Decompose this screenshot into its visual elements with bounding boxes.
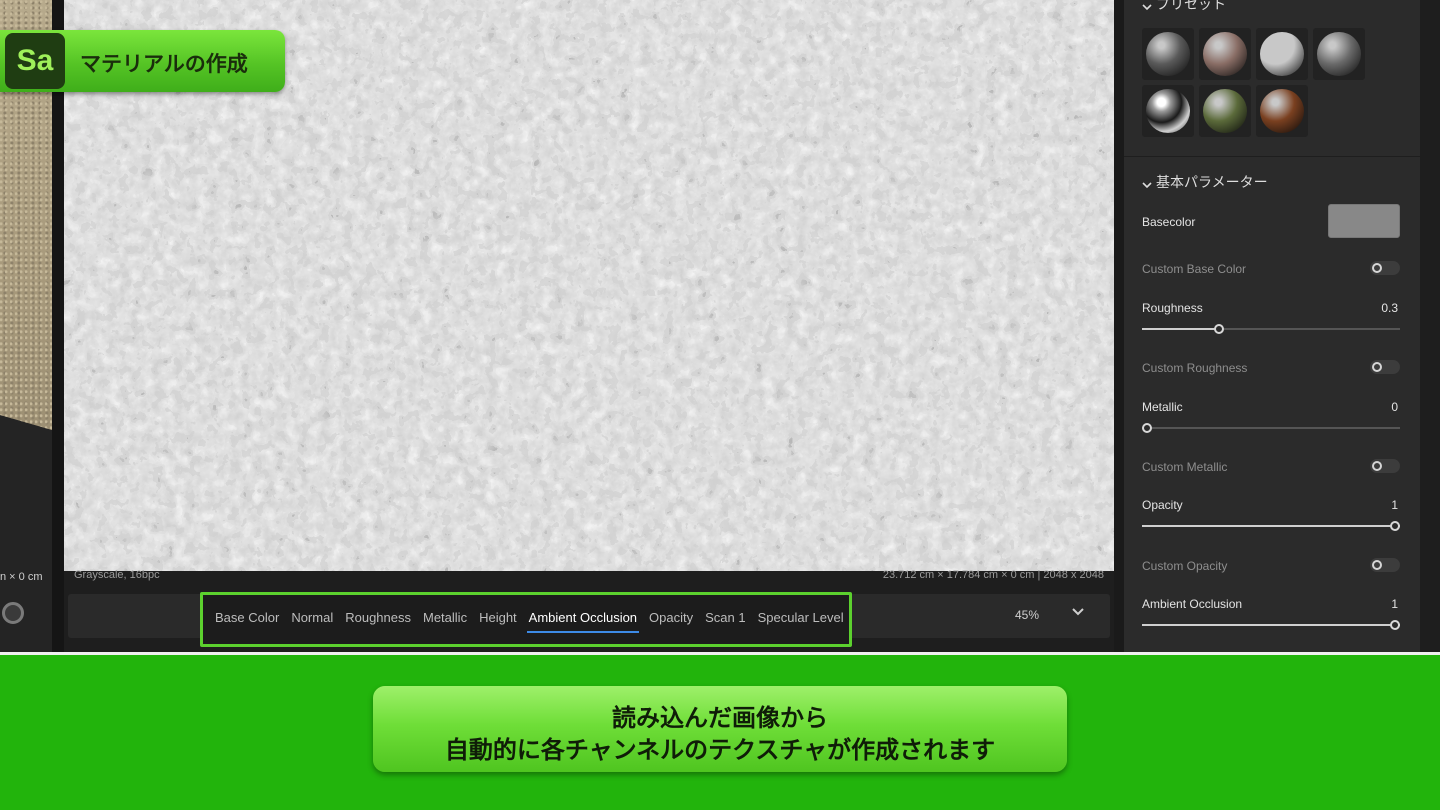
custom-roughness-label: Custom Roughness [1142,361,1248,375]
viewport-divider [52,0,64,655]
tab-height[interactable]: Height [473,609,523,633]
base-params-header[interactable]: 基本パラメーター [1142,172,1268,192]
app-logo-text: Sa [16,44,54,77]
properties-panel: プリセット 基本パラメーター Basecolor Custom Base Col… [1124,0,1420,655]
tab-normal[interactable]: Normal [285,609,339,633]
roughness-label: Roughness [1142,301,1203,315]
ambient-occlusion-label: Ambient Occlusion [1142,597,1243,611]
tab-base-color[interactable]: Base Color [209,609,285,633]
custom-metallic-toggle[interactable] [1370,459,1400,473]
tab-ambient-occlusion[interactable]: Ambient Occlusion [523,609,643,633]
substance-sampler-logo: Sa [5,33,65,89]
window-edge [1420,0,1440,655]
preset-chrome-sphere [1146,89,1190,133]
caption-line-1: 読み込んだ画像から [612,704,828,732]
ambient-occlusion-value[interactable]: 1 [1391,597,1398,611]
sampler-app: n × 0 cm Grayscale, 16bpc 23.712 cm × 17… [0,0,1440,655]
chevron-down-icon[interactable] [1068,604,1088,624]
custom-opacity-toggle[interactable] [1370,558,1400,572]
opacity-slider-thumb[interactable] [1390,521,1400,531]
texture-size-label: 23.712 cm × 17.784 cm × 0 cm | 2048 x 20… [882,569,1104,581]
base-params-title: 基本パラメーター [1156,175,1268,191]
custom-base-color-toggle[interactable] [1370,261,1400,275]
ambient-occlusion-slider[interactable] [1142,620,1400,630]
channel-tab-bar: Base Color Normal Roughness Metallic Hei… [209,609,850,633]
metallic-slider[interactable] [1142,423,1400,433]
custom-metallic-label: Custom Metallic [1142,460,1228,474]
preset-rosy-brown-sphere [1203,32,1247,76]
presets-title: プリセット [1156,0,1226,13]
preset-dark-gray[interactable] [1142,28,1194,80]
basecolor-label: Basecolor [1142,215,1196,229]
preset-light-gray-sphere [1260,32,1304,76]
metallic-label: Metallic [1142,400,1183,414]
opacity-label: Opacity [1142,498,1183,512]
panel-divider [1114,0,1124,655]
title-badge: Sa マテリアルの作成 [0,30,285,92]
texture-info-bar: Grayscale, 16bpc 23.712 cm × 17.784 cm ×… [64,569,1114,583]
viewport-dimensions: n × 0 cm [0,571,43,583]
overlay-title: マテリアルの作成 [80,52,248,76]
channel-tabs-highlight: Base Color Normal Roughness Metallic Hei… [200,592,852,647]
tab-metallic[interactable]: Metallic [417,609,473,633]
metallic-value[interactable]: 0 [1391,400,1398,414]
caption-box: 読み込んだ画像から 自動的に各チャンネルのテクスチャが作成されます [373,686,1067,772]
section-divider [1124,156,1420,157]
roughness-value[interactable]: 0.3 [1381,301,1398,315]
preset-rosy-brown[interactable] [1199,28,1251,80]
opacity-slider[interactable] [1142,521,1400,531]
preset-dark-gray-sphere [1146,32,1190,76]
chevron-down-icon [1142,178,1152,189]
chevron-down-icon [1142,0,1152,11]
custom-opacity-label: Custom Opacity [1142,559,1228,573]
preset-chrome[interactable] [1142,85,1194,137]
tab-opacity[interactable]: Opacity [643,609,699,633]
preset-copper-sphere [1260,89,1304,133]
preset-mid-gray-sphere [1317,32,1361,76]
tab-roughness[interactable]: Roughness [339,609,417,633]
presets-header[interactable]: プリセット [1142,0,1226,14]
tab-specular-level[interactable]: Specular Level [752,609,850,633]
caption-line-2: 自動的に各チャンネルのテクスチャが作成されます [444,736,996,764]
basecolor-swatch[interactable] [1328,204,1400,238]
preset-olive-sphere [1203,89,1247,133]
tab-scan-1[interactable]: Scan 1 [699,609,751,633]
zoom-level[interactable]: 45% [1015,608,1039,622]
custom-roughness-toggle[interactable] [1370,360,1400,374]
roughness-slider[interactable] [1142,324,1400,334]
preset-copper[interactable] [1256,85,1308,137]
preset-mid-gray[interactable] [1313,28,1365,80]
custom-base-color-label: Custom Base Color [1142,262,1247,276]
roughness-slider-thumb[interactable] [1214,324,1225,334]
opacity-value[interactable]: 1 [1391,498,1398,512]
texture-format-label: Grayscale, 16bpc [74,569,160,581]
preset-olive[interactable] [1199,85,1251,137]
3d-viewport[interactable]: n × 0 cm [0,0,52,655]
ambient-occlusion-slider-thumb[interactable] [1390,620,1400,630]
metallic-slider-thumb[interactable] [1142,423,1152,433]
preset-light-gray[interactable] [1256,28,1308,80]
view-mode-icon[interactable] [2,602,24,624]
